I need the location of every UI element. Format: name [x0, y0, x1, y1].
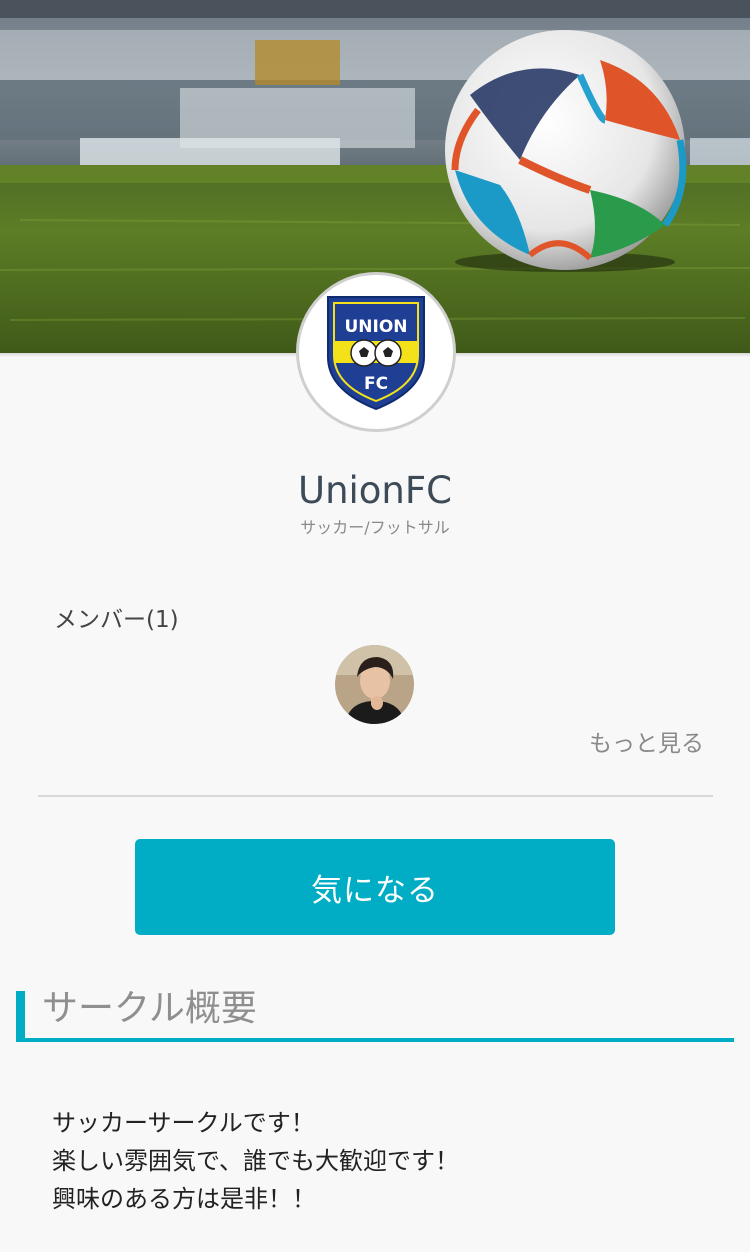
see-more-link[interactable]: もっと見る [589, 728, 704, 760]
avatar-photo [335, 645, 414, 724]
overview-description: サッカーサークルです！ 楽しい雰囲気で、誰でも大歓迎です！ 興味のある方は是非！… [52, 1104, 459, 1218]
svg-text:UNION: UNION [344, 317, 407, 337]
club-logo: UNION FC [296, 272, 456, 432]
section-accent-bar [16, 991, 25, 1042]
members-label: メンバー(1) [54, 607, 179, 633]
union-fc-emblem-icon: UNION FC [327, 296, 425, 411]
divider [38, 795, 713, 797]
club-category: サッカー/フットサル [300, 518, 450, 537]
interested-button[interactable]: 気になる [135, 839, 615, 935]
svg-text:FC: FC [364, 374, 388, 394]
overview-line: 興味のある方は是非！！ [52, 1185, 316, 1213]
overview-line: サッカーサークルです！ [52, 1109, 315, 1137]
member-avatar[interactable] [335, 645, 414, 724]
section-underline [16, 1038, 734, 1042]
overview-heading: サークル概要 [42, 988, 257, 1029]
club-name: UnionFC [297, 469, 453, 512]
overview-line: 楽しい雰囲気で、誰でも大歓迎です！ [52, 1147, 460, 1175]
